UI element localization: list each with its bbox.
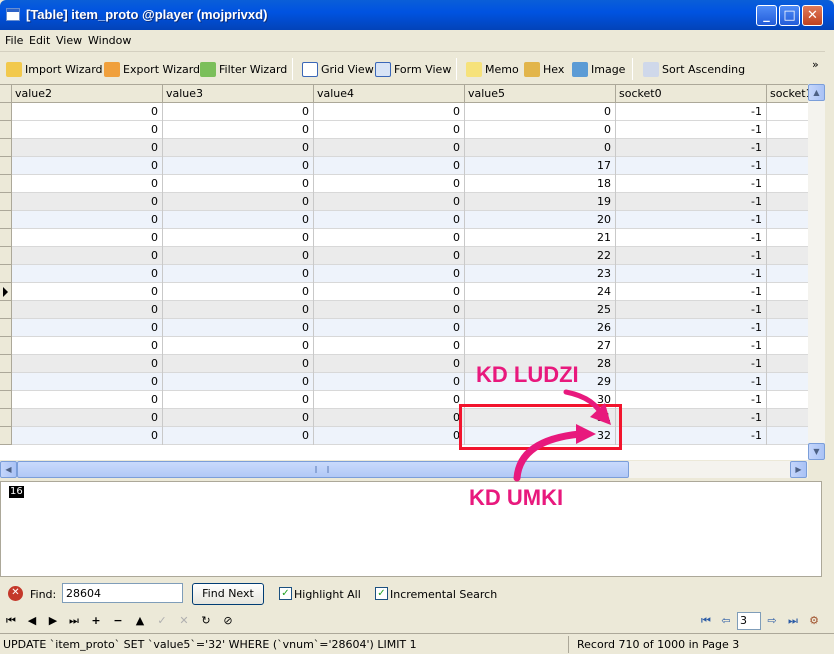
annotation-arrowhead-bottom — [576, 424, 596, 444]
annotation-arrow-bottom — [513, 430, 584, 482]
annotation-arrows — [513, 389, 611, 482]
annotation-label-top: KD LUDZI — [476, 362, 579, 387]
annotation-label-bottom: KD UMKI — [469, 485, 564, 510]
